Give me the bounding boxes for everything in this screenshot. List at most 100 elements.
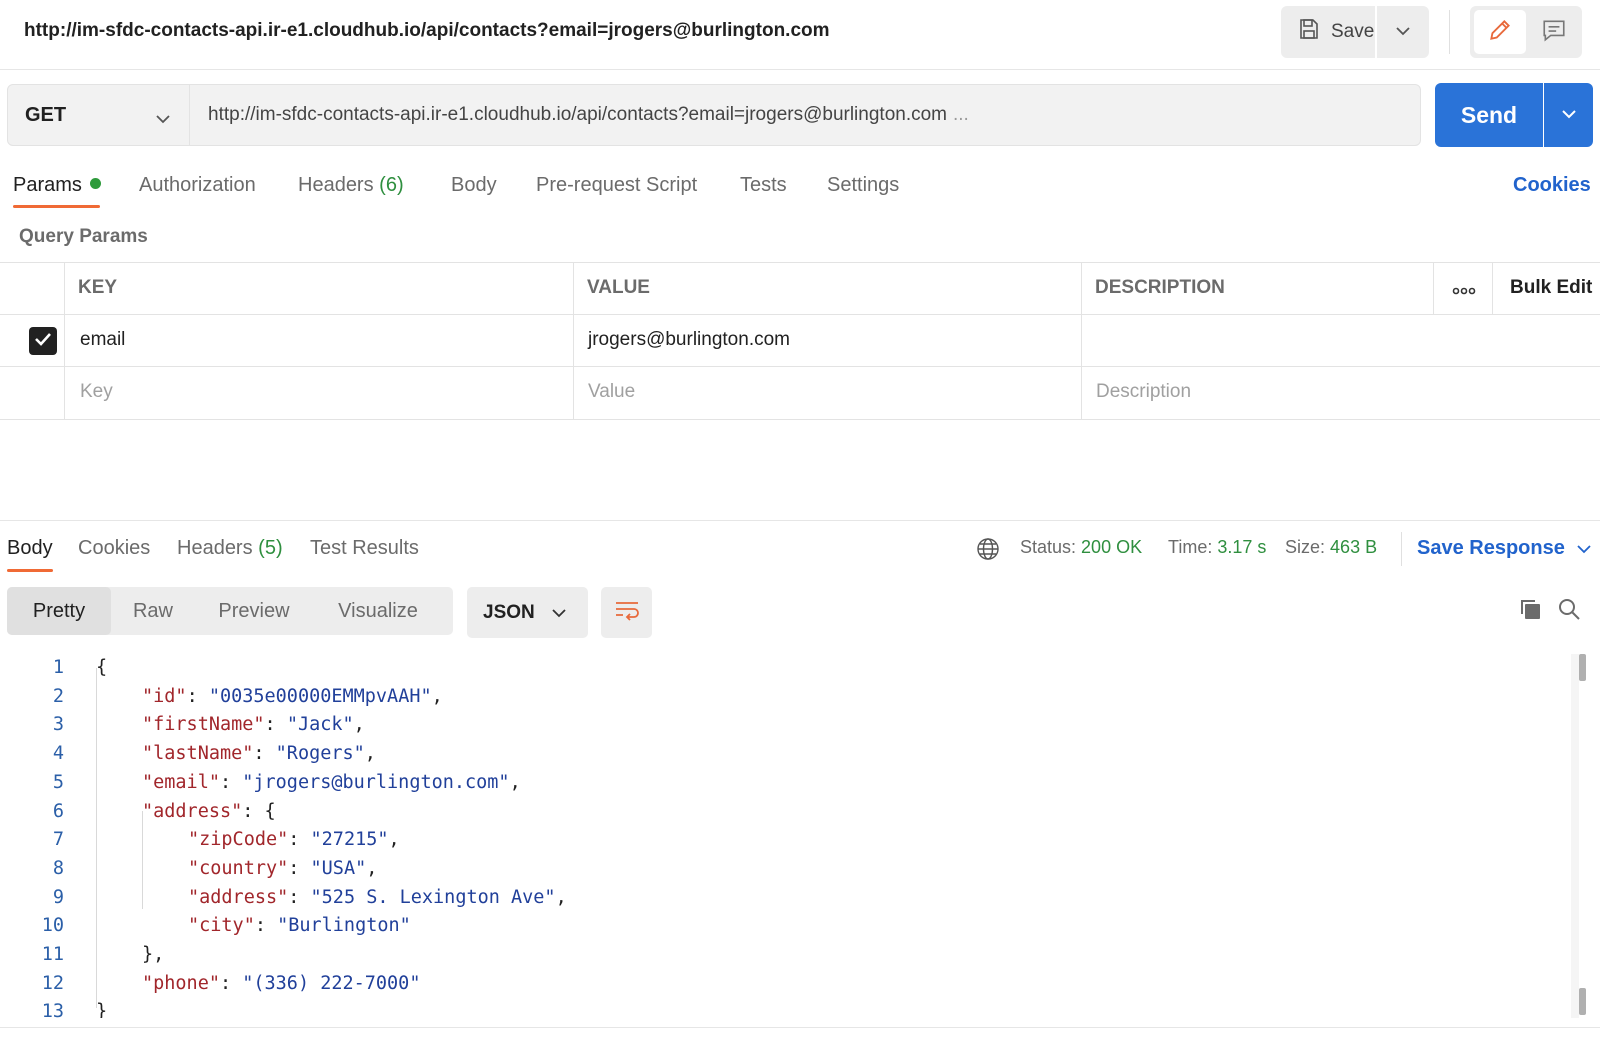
search-icon[interactable] <box>1557 597 1581 626</box>
method-value: GET <box>25 103 67 126</box>
code-line: 6 "address": { <box>0 798 1560 827</box>
status-readout[interactable]: Status: 200 OK <box>1020 537 1142 558</box>
json-value: "Rogers" <box>275 743 365 765</box>
description-column-header: DESCRIPTION <box>1095 277 1225 298</box>
status-value: 200 OK <box>1081 537 1143 557</box>
status-label: Status: <box>1020 537 1077 557</box>
format-select[interactable]: JSON <box>467 587 588 638</box>
code-text: "id": "0035e00000EMMpvAAH", <box>142 685 443 707</box>
code-text: "country": "USA", <box>188 857 378 879</box>
tab-tests[interactable]: Tests <box>740 174 787 197</box>
params-active-indicator <box>89 178 101 189</box>
json-key: "firstName" <box>142 714 265 736</box>
edit-mode-button[interactable] <box>1474 10 1526 54</box>
line-number: 12 <box>41 972 64 994</box>
query-params-label: Query Params <box>19 226 148 247</box>
request-title[interactable]: http://im-sfdc-contacts-api.ir-e1.cloudh… <box>24 20 830 42</box>
tab-count: (5) <box>258 537 283 559</box>
code-line: 3 "firstName": "Jack", <box>0 711 1560 740</box>
save-response-button[interactable]: Save Response <box>1417 537 1592 560</box>
param-value[interactable]: jrogers@burlington.com <box>588 329 790 351</box>
method-select[interactable]: GET <box>7 84 190 146</box>
description-input[interactable]: Description <box>1096 381 1191 403</box>
size-readout[interactable]: Size: 463 B <box>1285 537 1377 558</box>
request-header: http://im-sfdc-contacts-api.ir-e1.cloudh… <box>0 0 1600 70</box>
code-line: 9 "address": "525 S. Lexington Ave", <box>0 884 1560 913</box>
line-number: 4 <box>52 743 64 765</box>
json-value: "Burlington" <box>277 915 411 937</box>
url-input[interactable]: http://im-sfdc-contacts-api.ir-e1.cloudh… <box>190 84 1421 146</box>
save-label: Save <box>1331 21 1375 42</box>
tab-headers[interactable]: Headers (6) <box>298 174 404 197</box>
save-options-button[interactable] <box>1377 6 1429 58</box>
code-punctuation: { <box>96 657 108 678</box>
time-readout[interactable]: Time: 3.17 s <box>1168 537 1266 558</box>
json-key: "zipCode" <box>188 829 289 851</box>
line-number: 7 <box>52 829 64 851</box>
line-number: 8 <box>52 857 64 879</box>
code-text: } <box>96 998 107 1018</box>
active-tab-underline <box>7 569 53 572</box>
copy-icon[interactable] <box>1518 597 1542 626</box>
globe-icon[interactable] <box>976 537 1000 566</box>
time-label: Time: <box>1168 537 1213 557</box>
json-value: "525 S. Lexington Ave" <box>310 886 556 908</box>
line-number: 13 <box>41 1001 64 1018</box>
code-text: "lastName": "Rogers", <box>142 743 376 765</box>
code-text: { <box>96 654 107 683</box>
code-text: "address": { <box>142 800 276 822</box>
cookies-link[interactable]: Cookies <box>1513 174 1591 197</box>
param-enabled-checkbox[interactable] <box>29 327 57 355</box>
scrollbar-track[interactable] <box>1571 654 1579 1018</box>
code-punctuation: , <box>388 829 400 851</box>
scrollbar-thumb[interactable] <box>1579 654 1586 681</box>
view-pretty[interactable]: Pretty <box>7 587 111 635</box>
response-tab-headers[interactable]: Headers (5) <box>177 537 283 560</box>
divider <box>1401 532 1402 566</box>
response-tab-body[interactable]: Body <box>7 537 53 560</box>
save-response-label: Save Response <box>1417 537 1565 559</box>
value-input[interactable]: Value <box>588 381 635 403</box>
json-value: "0035e00000EMMpvAAH" <box>208 685 432 707</box>
code-text: "firstName": "Jack", <box>142 714 365 736</box>
chevron-down-icon <box>551 602 567 624</box>
json-value: "(336) 222-7000" <box>242 972 421 994</box>
tab-pre-request-script[interactable]: Pre-request Script <box>536 174 697 197</box>
json-value: "jrogers@burlington.com" <box>242 771 510 793</box>
value-column-header: VALUE <box>587 277 650 298</box>
more-options-icon[interactable] <box>1452 283 1476 301</box>
tab-settings[interactable]: Settings <box>827 174 899 197</box>
view-mode-segmented-control: Pretty Raw Preview Visualize <box>7 587 453 635</box>
tab-body[interactable]: Body <box>451 174 497 197</box>
code-text: "zipCode": "27215", <box>188 829 400 851</box>
scrollbar-thumb[interactable] <box>1579 988 1586 1015</box>
code-line: 5 "email": "jrogers@burlington.com", <box>0 769 1560 798</box>
param-key[interactable]: email <box>80 329 125 351</box>
line-number: 11 <box>41 944 64 965</box>
json-value: "Jack" <box>286 714 354 736</box>
tab-params[interactable]: Params <box>13 174 101 197</box>
send-options-button[interactable] <box>1544 83 1593 147</box>
code-line: 2 "id": "0035e00000EMMpvAAH", <box>0 683 1560 712</box>
comment-icon <box>1541 17 1567 48</box>
response-tab-cookies[interactable]: Cookies <box>78 537 150 560</box>
table-row-empty: Key Value Description <box>0 367 1600 419</box>
wrap-lines-button[interactable] <box>601 587 652 638</box>
send-button[interactable]: Send <box>1435 83 1543 147</box>
view-visualize[interactable]: Visualize <box>313 587 443 635</box>
json-key: "address" <box>188 886 289 908</box>
save-button[interactable]: Save <box>1281 6 1375 58</box>
response-body-viewer[interactable]: 1{2 "id": "0035e00000EMMpvAAH", 3 "firstNam… <box>0 654 1580 1018</box>
comments-button[interactable] <box>1528 10 1580 54</box>
time-value: 3.17 s <box>1217 537 1267 557</box>
bulk-edit-button[interactable]: Bulk Edit <box>1510 277 1592 299</box>
view-preview[interactable]: Preview <box>195 587 313 635</box>
line-number: 2 <box>52 685 64 707</box>
tab-authorization[interactable]: Authorization <box>139 174 256 197</box>
view-raw[interactable]: Raw <box>111 587 195 635</box>
active-tab-underline <box>13 205 100 208</box>
size-label: Size: <box>1285 537 1326 557</box>
response-tab-test-results[interactable]: Test Results <box>310 537 419 560</box>
tab-count: (6) <box>379 174 404 196</box>
key-input[interactable]: Key <box>80 381 113 403</box>
